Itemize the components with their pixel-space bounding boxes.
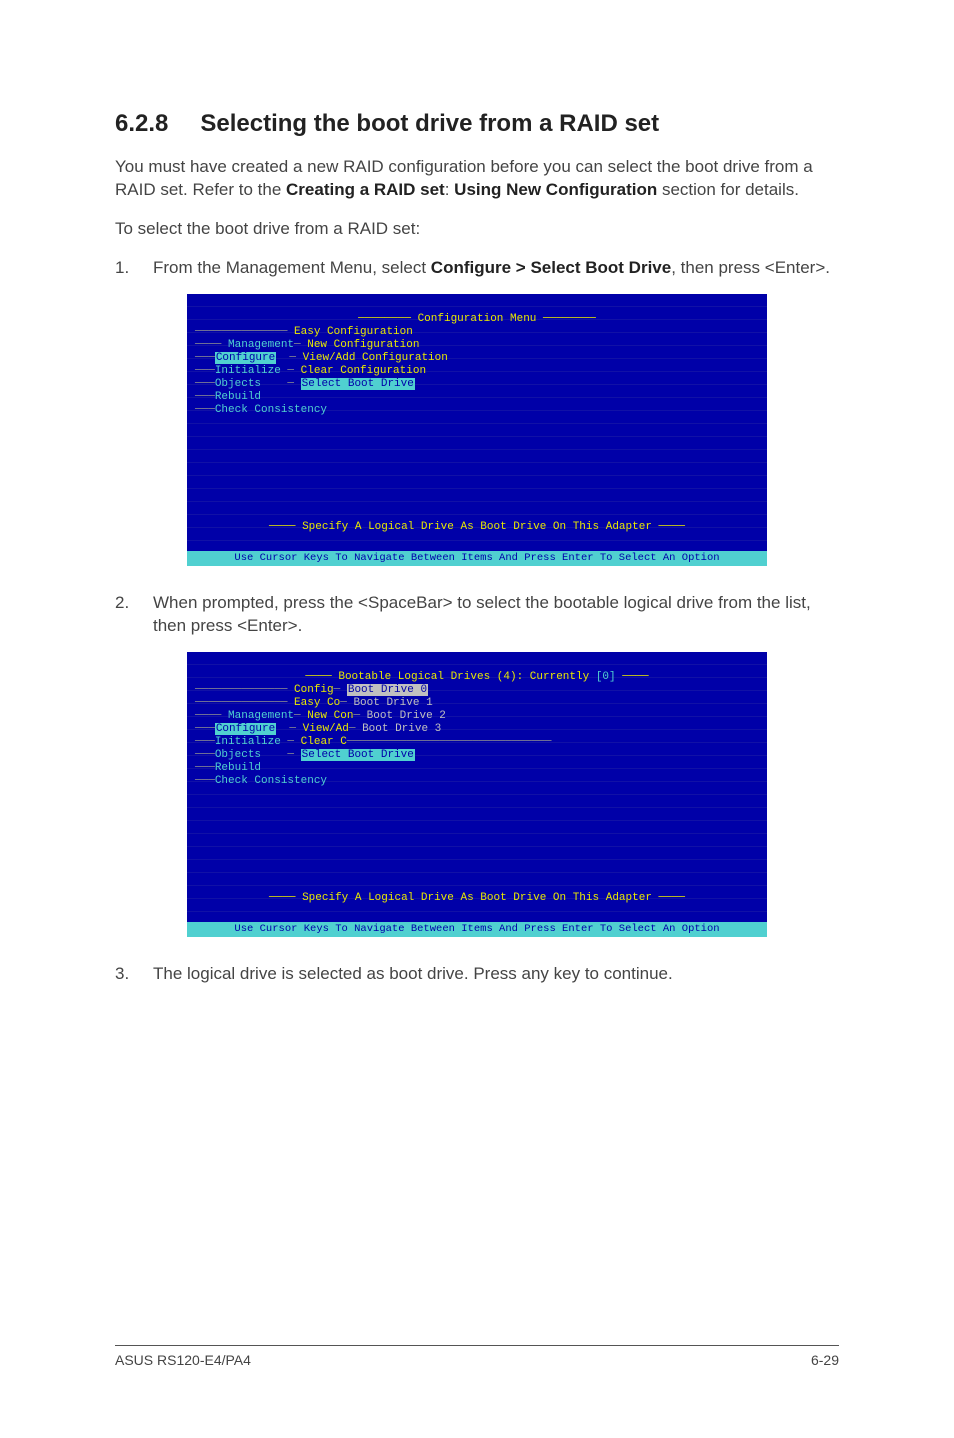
menu-configure[interactable]: Configure [215, 723, 276, 735]
terminal-footer: Use Cursor Keys To Navigate Between Item… [187, 551, 767, 566]
terminal-footer: Use Cursor Keys To Navigate Between Item… [187, 922, 767, 937]
step-2: 2. When prompted, press the <SpaceBar> t… [115, 592, 839, 638]
intro-paragraph-1: You must have created a new RAID configu… [115, 156, 839, 202]
adapter-message: ──── Specify A Logical Drive As Boot Dri… [195, 892, 759, 905]
menu-initialize[interactable]: Initialize [215, 736, 281, 748]
boot-drive-3[interactable]: Boot Drive 3 [362, 723, 441, 735]
menu-rebuild[interactable]: Rebuild [215, 391, 261, 403]
step-3: 3. The logical drive is selected as boot… [115, 963, 839, 986]
cfg-new[interactable]: New Configuration [307, 339, 419, 351]
ref-using-new-config: Using New Configuration [454, 180, 657, 199]
adapter-message: ──── Specify A Logical Drive As Boot Dri… [195, 521, 759, 534]
boot-drive-0[interactable]: Boot Drive 0 [347, 684, 428, 696]
page-footer: ASUS RS120-E4/PA4 6-29 [115, 1345, 839, 1368]
cfg-easy[interactable]: Easy Configuration [294, 326, 413, 338]
menu-objects[interactable]: Objects [215, 378, 261, 390]
boot-drive-2[interactable]: Boot Drive 2 [367, 710, 446, 722]
ref-creating-raid: Creating a RAID set [286, 180, 445, 199]
cfg-clear[interactable]: Clear Configuration [301, 365, 426, 377]
bios-screenshot-2: ──── Bootable Logical Drives (4): Curren… [187, 652, 767, 937]
menu-management[interactable]: Management [228, 710, 294, 722]
config-menu-title: ──────── Configuration Menu ──────── [195, 313, 759, 326]
section-number: 6.2.8 [115, 110, 168, 138]
cfg-select-boot[interactable]: Select Boot Drive [301, 749, 415, 761]
menu-rebuild[interactable]: Rebuild [215, 762, 261, 774]
step-number: 1. [115, 257, 153, 280]
menu-objects[interactable]: Objects [215, 749, 261, 761]
step-number: 2. [115, 592, 153, 638]
boot-drive-1[interactable]: Boot Drive 1 [353, 697, 432, 709]
footer-page-number: 6-29 [811, 1352, 839, 1368]
menu-check-consistency[interactable]: Check Consistency [215, 775, 327, 787]
cfg-view[interactable]: View/Add Configuration [303, 352, 448, 364]
bootable-drives-title: ──── Bootable Logical Drives (4): Curren… [195, 671, 759, 684]
menu-initialize[interactable]: Initialize [215, 365, 281, 377]
menu-management[interactable]: Management [228, 339, 294, 351]
step-number: 3. [115, 963, 153, 986]
intro-paragraph-2: To select the boot drive from a RAID set… [115, 218, 839, 241]
section-heading: 6.2.8 Selecting the boot drive from a RAI… [115, 110, 839, 138]
bios-screenshot-1: ──────── Configuration Menu ──────── ───… [187, 294, 767, 566]
section-title: Selecting the boot drive from a RAID set [200, 110, 659, 137]
footer-product: ASUS RS120-E4/PA4 [115, 1352, 251, 1368]
menu-configure[interactable]: Configure [215, 352, 276, 364]
step-1: 1. From the Management Menu, select Conf… [115, 257, 839, 280]
menu-path: Configure > Select Boot Drive [431, 258, 671, 277]
menu-check-consistency[interactable]: Check Consistency [215, 404, 327, 416]
cfg-select-boot[interactable]: Select Boot Drive [301, 378, 415, 390]
